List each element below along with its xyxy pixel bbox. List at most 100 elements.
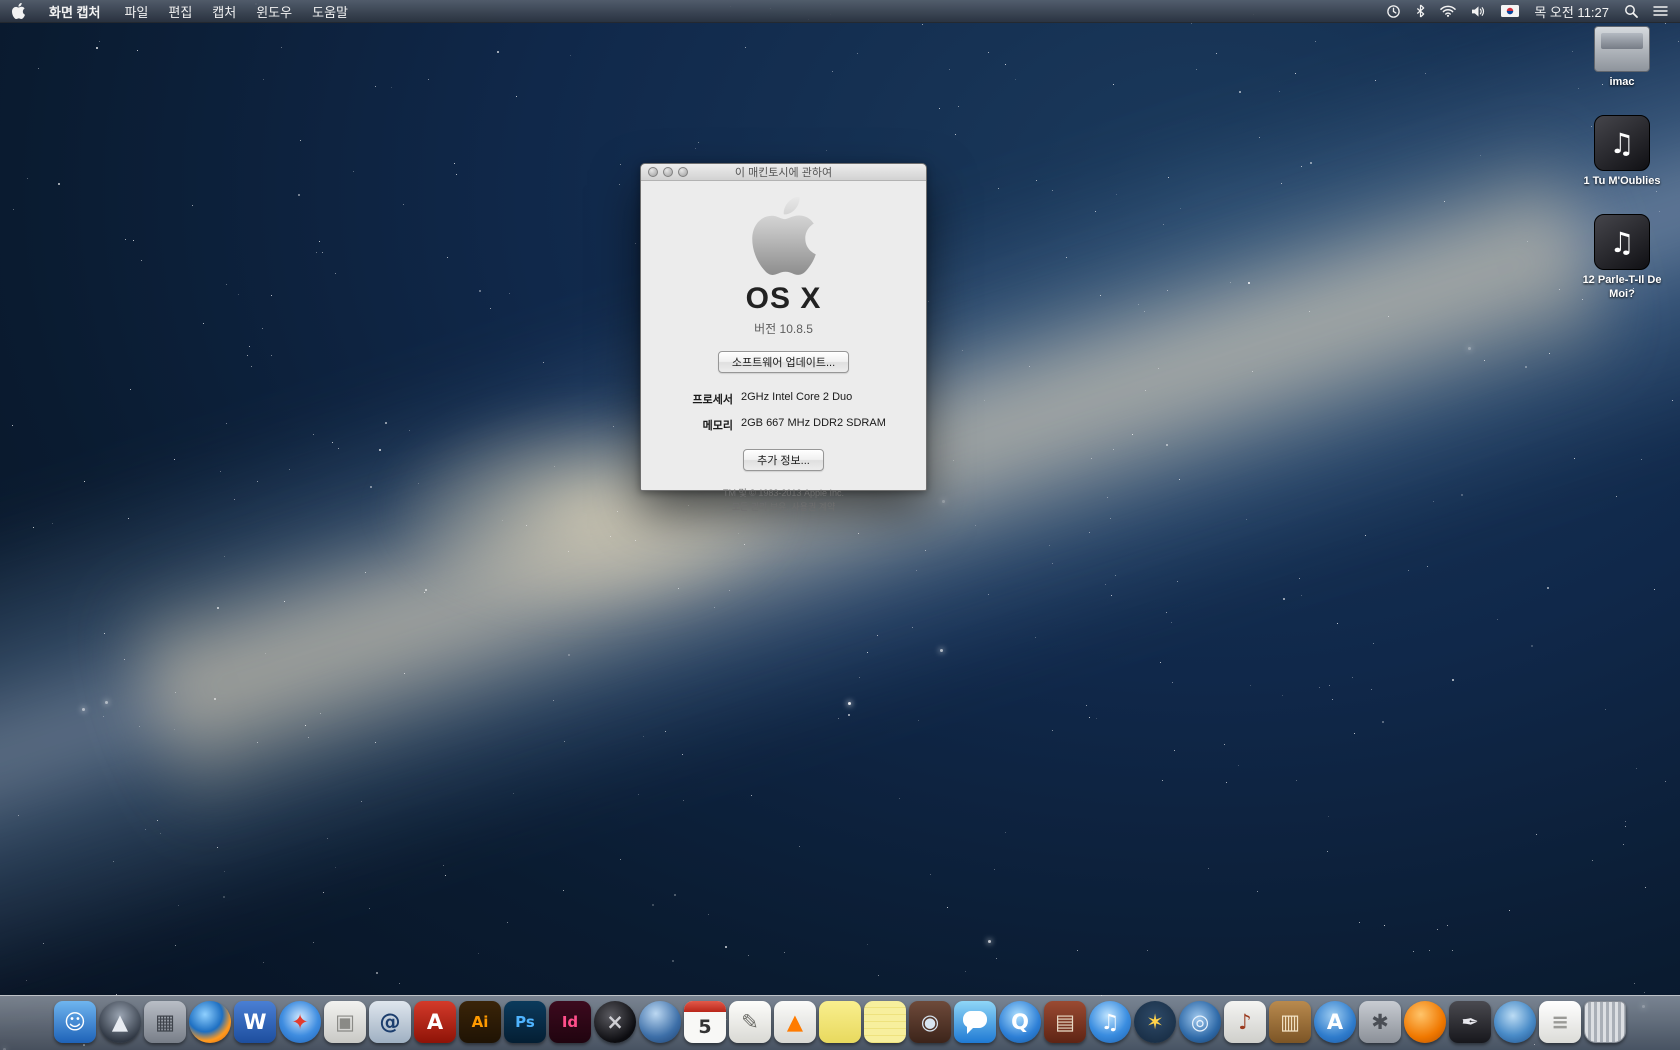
firefox-icon [189, 1001, 231, 1043]
dock-iphoto[interactable]: ✶ [1134, 1001, 1176, 1043]
os-version: 버전 10.8.5 [641, 320, 926, 337]
memory-label: 메모리 [641, 417, 733, 433]
garageband-icon: ♪ [1224, 1001, 1266, 1043]
iphoto-icon: ✶ [1134, 1001, 1176, 1043]
dock-calendar[interactable]: 5 [684, 1001, 726, 1043]
software-update-button[interactable]: 소프트웨어 업데이트... [718, 351, 849, 373]
active-app-menu[interactable]: 화면 캡처 [39, 2, 110, 21]
bluetooth-icon[interactable] [1416, 4, 1425, 18]
desktop-wallpaper [0, 0, 1680, 1050]
dock-mail[interactable]: @ [369, 1001, 411, 1043]
menu-파일[interactable]: 파일 [114, 2, 158, 21]
dock-indesign[interactable]: Id [549, 1001, 591, 1043]
messages-icon [954, 1001, 996, 1043]
about-window-body: OS X 버전 10.8.5 소프트웨어 업데이트... 프로세서 2GHz I… [641, 181, 926, 515]
desktop-icon-label: 12 Parle-T-Il De Moi? [1576, 274, 1668, 300]
idvd-icon: ◎ [1179, 1001, 1221, 1043]
dock-notes[interactable]: ✎ [729, 1001, 771, 1043]
stuffit-icon [1404, 1001, 1446, 1043]
close-button[interactable] [648, 167, 658, 177]
dock-photo-booth[interactable]: ◉ [909, 1001, 951, 1043]
zoom-button[interactable] [678, 167, 688, 177]
audio-file-icon: ♫ [1594, 115, 1650, 171]
dock-messages[interactable] [954, 1001, 996, 1043]
dock-app-store[interactable]: A [1314, 1001, 1356, 1043]
dock-acrobat[interactable]: A [414, 1001, 456, 1043]
notification-center-icon[interactable] [1653, 5, 1668, 17]
minimize-button[interactable] [663, 167, 673, 177]
dock: ☺▲▦W✦▣@AAiPsId×5✎▲◉Q▤♫✶◎♪▥A✱✒≡ [0, 992, 1680, 1050]
iweb-icon [1494, 1001, 1536, 1043]
dock-itunes[interactable]: ♫ [1089, 1001, 1131, 1043]
itunes-icon: ♫ [1089, 1001, 1131, 1043]
notepad-icon [864, 1001, 906, 1043]
korean-input-flag-icon[interactable] [1501, 5, 1519, 17]
apple-menu[interactable] [12, 3, 25, 19]
time-machine-icon[interactable] [1386, 4, 1401, 19]
memory-row: 메모리 2GB 667 MHz DDR2 SDRAM [641, 417, 926, 433]
app-store-icon: A [1314, 1001, 1356, 1043]
menu-캡처[interactable]: 캡처 [202, 2, 246, 21]
menu-items: 파일편집캡처윈도우도움말 [114, 2, 358, 21]
menu-bar-clock[interactable]: 목 오전 11:27 [1534, 2, 1609, 21]
app-grid-icon: ▦ [144, 1001, 186, 1043]
wifi-icon[interactable] [1440, 5, 1456, 17]
safari-icon: ✦ [279, 1001, 321, 1043]
window-titlebar[interactable]: 이 매킨토시에 관하여 [641, 164, 926, 181]
dock-word[interactable]: W [234, 1001, 276, 1043]
chess-icon [639, 1001, 681, 1043]
photoshop-icon: Ps [504, 1001, 546, 1043]
dock-trash[interactable] [1584, 1001, 1626, 1043]
acrobat-icon: A [414, 1001, 456, 1043]
desktop-icon-imac[interactable]: imac [1594, 26, 1650, 89]
dock-quicktime[interactable]: Q [999, 1001, 1041, 1043]
dock-launchpad[interactable]: ▲ [99, 1001, 141, 1043]
volume-icon[interactable] [1471, 5, 1486, 18]
dock-notepad[interactable] [864, 1001, 906, 1043]
dock-stuffit[interactable] [1404, 1001, 1446, 1043]
dock-system-preferences[interactable]: ✱ [1359, 1001, 1401, 1043]
dock-textedit[interactable]: ≡ [1539, 1001, 1581, 1043]
dock-stickies[interactable] [819, 1001, 861, 1043]
hard-drive-icon [1594, 26, 1650, 72]
dock-idvd[interactable]: ◎ [1179, 1001, 1221, 1043]
audio-file-icon: ♫ [1594, 214, 1650, 270]
indesign-icon: Id [549, 1001, 591, 1043]
dock-garageband[interactable]: ♪ [1224, 1001, 1266, 1043]
memory-value: 2GB 667 MHz DDR2 SDRAM [741, 417, 886, 433]
dock-preview[interactable]: ▣ [324, 1001, 366, 1043]
processor-label: 프로세서 [641, 391, 733, 407]
photo-booth-icon: ◉ [909, 1001, 951, 1043]
dock-firefox[interactable] [189, 1001, 231, 1043]
dock-books[interactable]: ▤ [1044, 1001, 1086, 1043]
illustrator-icon: Ai [459, 1001, 501, 1043]
mail-icon: @ [369, 1001, 411, 1043]
apple-logo-large [752, 197, 816, 280]
dock-vlc[interactable]: ▲ [774, 1001, 816, 1043]
dock-illustrator[interactable]: Ai [459, 1001, 501, 1043]
word-icon: W [234, 1001, 276, 1043]
dock-finder[interactable]: ☺ [54, 1001, 96, 1043]
more-info-button[interactable]: 추가 정보... [743, 449, 824, 471]
desktop-icon-label: 1 Tu M'Oublies [1584, 175, 1661, 188]
menu-도움말[interactable]: 도움말 [302, 2, 358, 21]
menu-윈도우[interactable]: 윈도우 [246, 2, 302, 21]
desktop-icon-audio-12-parle-t-il-de-moi[interactable]: ♫ 12 Parle-T-Il De Moi? [1576, 214, 1668, 300]
spotlight-icon[interactable] [1624, 4, 1638, 18]
starfield [0, 0, 1680, 1050]
dock-iweb[interactable] [1494, 1001, 1536, 1043]
quicktime-icon: Q [999, 1001, 1041, 1043]
dock-quicksilver[interactable]: × [594, 1001, 636, 1043]
dock-ink[interactable]: ✒ [1449, 1001, 1491, 1043]
desktop-icon-audio-1-tu-m-oublies[interactable]: ♫ 1 Tu M'Oublies [1584, 115, 1661, 188]
menu-bar: 화면 캡처 파일편집캡처윈도우도움말 목 오전 11:27 [0, 0, 1680, 23]
dock-safari[interactable]: ✦ [279, 1001, 321, 1043]
organizer-icon: ▥ [1269, 1001, 1311, 1043]
textedit-icon: ≡ [1539, 1001, 1581, 1043]
desktop-icon-label: imac [1609, 76, 1634, 89]
dock-chess[interactable] [639, 1001, 681, 1043]
dock-app-grid[interactable]: ▦ [144, 1001, 186, 1043]
dock-photoshop[interactable]: Ps [504, 1001, 546, 1043]
menu-편집[interactable]: 편집 [158, 2, 202, 21]
dock-organizer[interactable]: ▥ [1269, 1001, 1311, 1043]
